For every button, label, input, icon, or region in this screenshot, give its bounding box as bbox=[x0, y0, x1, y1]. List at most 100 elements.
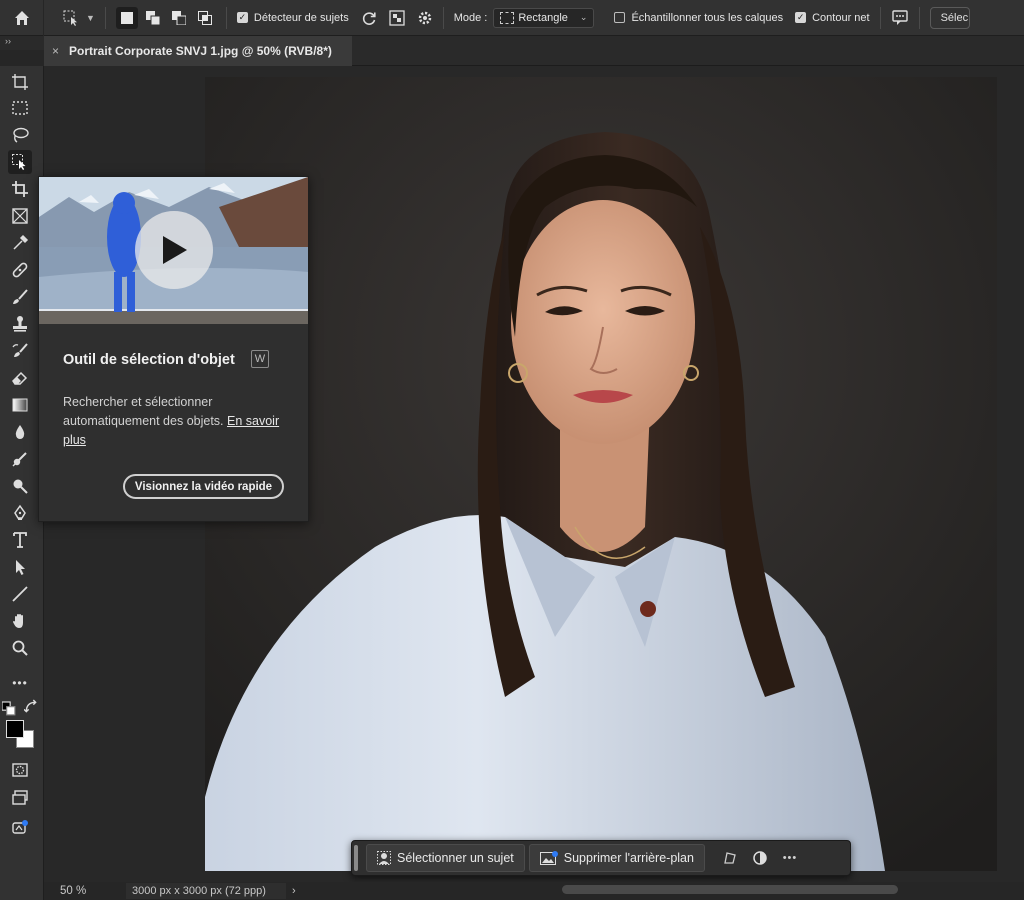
select-and-mask-button[interactable]: Sélec bbox=[929, 6, 970, 29]
screen-mode-icon bbox=[12, 790, 28, 805]
close-icon[interactable]: × bbox=[52, 44, 59, 58]
line-icon bbox=[12, 586, 28, 602]
tool-marquee[interactable] bbox=[8, 96, 32, 120]
intersect-selection-icon bbox=[197, 10, 212, 25]
play-button[interactable] bbox=[135, 211, 213, 289]
drag-handle[interactable] bbox=[354, 845, 358, 871]
tool-crop[interactable] bbox=[8, 177, 32, 201]
tool-lasso[interactable] bbox=[8, 123, 32, 147]
quick-mask-button[interactable] bbox=[8, 758, 32, 782]
remove-background-label: Supprimer l'arrière-plan bbox=[563, 851, 694, 865]
collapse-panels-button[interactable]: ›› bbox=[0, 36, 44, 50]
swap-colors-button[interactable] bbox=[24, 699, 38, 714]
horizontal-scrollbar[interactable] bbox=[562, 885, 898, 894]
subject-detector-toggle[interactable]: ✓ Détecteur de sujets bbox=[231, 0, 355, 36]
generative-fill-button[interactable] bbox=[8, 816, 32, 840]
tool-blur[interactable] bbox=[8, 420, 32, 444]
select-and-mask-label: Sélec bbox=[940, 11, 969, 24]
document-dimensions: 3000 px x 3000 px (72 ppp) bbox=[126, 883, 286, 899]
tool-pen[interactable] bbox=[8, 501, 32, 525]
add-selection-icon bbox=[145, 10, 160, 25]
separator bbox=[918, 6, 920, 29]
screen-mode-button[interactable] bbox=[8, 786, 32, 810]
tool-type[interactable] bbox=[8, 528, 32, 552]
comment-icon bbox=[891, 9, 908, 25]
video-thumbnail[interactable] bbox=[39, 177, 308, 324]
hard-edge-toggle[interactable]: ✓ Contour net bbox=[789, 0, 875, 36]
tool-smudge[interactable] bbox=[8, 447, 32, 471]
brush-icon bbox=[13, 289, 28, 304]
foreground-color-swatch[interactable] bbox=[6, 720, 24, 738]
mode-label: Mode : bbox=[453, 11, 488, 24]
tool-object-selection[interactable] bbox=[8, 150, 32, 174]
edit-toolbar-button[interactable]: ••• bbox=[8, 671, 32, 695]
document-image[interactable] bbox=[205, 77, 997, 871]
sample-all-layers-toggle[interactable]: Échantillonner tous les calques bbox=[608, 0, 789, 36]
tool-line[interactable] bbox=[8, 582, 32, 606]
default-colors-button[interactable] bbox=[2, 701, 16, 716]
home-icon bbox=[14, 10, 29, 25]
smudge-icon bbox=[12, 452, 27, 467]
document-tab-title: Portrait Corporate SNVJ 1.jpg @ 50% (RVB… bbox=[69, 44, 332, 58]
chevron-down-icon: ▼ bbox=[86, 12, 95, 23]
checkbox-icon bbox=[614, 12, 626, 23]
mode-select[interactable]: Rectangle ⌄ bbox=[493, 7, 595, 28]
quick-mask-icon bbox=[12, 763, 28, 777]
tool-zoom[interactable] bbox=[8, 636, 32, 660]
transform-icon bbox=[724, 852, 736, 864]
zoom-level[interactable]: 50 % bbox=[44, 885, 110, 897]
marquee-icon bbox=[12, 101, 28, 115]
adjustment-icon bbox=[753, 851, 767, 865]
tool-preset-picker[interactable]: ▼ bbox=[44, 0, 101, 36]
lasso-icon bbox=[13, 127, 29, 143]
object-overlay-icon bbox=[389, 9, 405, 26]
remove-background-button[interactable]: Supprimer l'arrière-plan bbox=[528, 844, 705, 872]
home-button[interactable] bbox=[0, 0, 44, 36]
refresh-button[interactable] bbox=[355, 0, 383, 36]
document-tab[interactable]: × Portrait Corporate SNVJ 1.jpg @ 50% (R… bbox=[44, 36, 352, 66]
options-bar: ▼ ✓ Détecteur de sujets Mode : Rectangle… bbox=[0, 0, 1024, 36]
tool-gradient[interactable] bbox=[8, 393, 32, 417]
hard-edge-label: Contour net bbox=[812, 11, 870, 24]
tool-path-selection[interactable] bbox=[8, 555, 32, 579]
comments-button[interactable] bbox=[885, 0, 915, 36]
tool-brush[interactable] bbox=[8, 285, 32, 309]
select-subject-label: Sélectionner un sujet bbox=[397, 851, 514, 865]
show-objects-button[interactable] bbox=[383, 0, 411, 36]
more-icon: ••• bbox=[782, 852, 798, 864]
contextual-task-bar: Sélectionner un sujet Supprimer l'arrièr… bbox=[351, 840, 851, 876]
dodge-icon bbox=[13, 479, 28, 494]
select-subject-button[interactable]: Sélectionner un sujet bbox=[366, 844, 525, 872]
tool-eyedropper[interactable] bbox=[8, 231, 32, 255]
blur-icon bbox=[15, 425, 25, 439]
tool-eraser[interactable] bbox=[8, 366, 32, 390]
generative-icon bbox=[12, 820, 28, 834]
separator bbox=[104, 6, 106, 29]
add-to-selection-button[interactable] bbox=[142, 7, 164, 29]
separator bbox=[442, 6, 444, 29]
pen-icon bbox=[14, 504, 26, 520]
select-subject-icon bbox=[377, 851, 391, 865]
gear-icon bbox=[418, 11, 431, 24]
new-selection-button[interactable] bbox=[115, 6, 138, 29]
more-tools-icon: ••• bbox=[12, 676, 28, 690]
intersect-selection-button[interactable] bbox=[194, 7, 216, 29]
tool-history-brush[interactable] bbox=[8, 339, 32, 363]
settings-button[interactable] bbox=[411, 0, 439, 36]
subtract-selection-button[interactable] bbox=[168, 7, 190, 29]
checkbox-icon: ✓ bbox=[795, 12, 807, 23]
mode-value: Rectangle bbox=[518, 11, 568, 24]
tool-healing-brush[interactable] bbox=[8, 258, 32, 282]
status-info-arrow[interactable]: › bbox=[292, 885, 296, 897]
tool-dodge[interactable] bbox=[8, 474, 32, 498]
tool-frame[interactable] bbox=[8, 204, 32, 228]
tool-hand[interactable] bbox=[8, 609, 32, 633]
adjustment-button[interactable] bbox=[745, 844, 775, 872]
more-options-button[interactable]: ••• bbox=[775, 844, 805, 872]
tool-clone-stamp[interactable] bbox=[8, 312, 32, 336]
watch-video-button[interactable]: Visionnez la vidéo rapide bbox=[123, 474, 284, 499]
healing-brush-icon bbox=[12, 262, 28, 278]
gradient-icon bbox=[12, 398, 28, 412]
transform-button[interactable] bbox=[715, 844, 745, 872]
tool-artboard[interactable] bbox=[8, 70, 32, 94]
